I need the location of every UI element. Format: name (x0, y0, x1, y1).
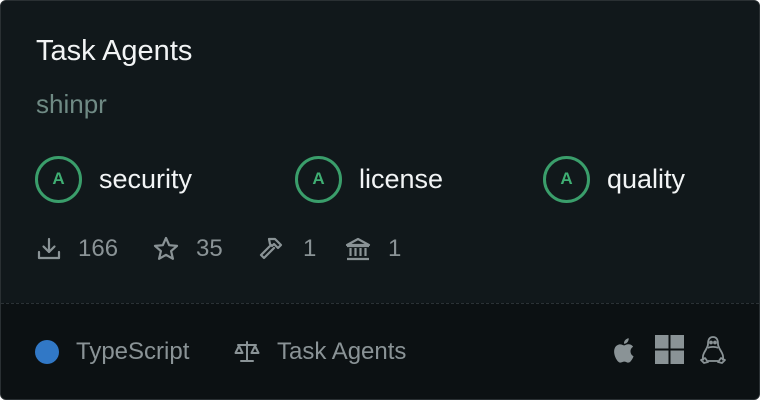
windows-icon (655, 335, 684, 364)
scale-icon (234, 341, 260, 362)
institutions-count: 1 (388, 235, 402, 262)
institutions-stat: 1 (344, 231, 401, 267)
license-label: Task Agents (277, 338, 407, 365)
star-icon (153, 236, 179, 260)
tools-stat: 1 (257, 231, 316, 267)
package-author[interactable]: shinpr (36, 89, 107, 120)
linux-icon (700, 336, 726, 364)
security-grade-badge: A (35, 155, 82, 203)
language-label: TypeScript (76, 338, 190, 365)
stars-count: 35 (196, 235, 223, 262)
language-color-dot (35, 340, 59, 364)
package-card[interactable]: Task Agents shinpr A security A license … (0, 0, 760, 400)
score-security: A security (35, 155, 192, 203)
score-quality: A quality (543, 155, 685, 203)
license-info: Task Agents (233, 335, 406, 369)
hammer-icon (259, 237, 283, 260)
tools-count: 1 (303, 235, 317, 262)
downloads-stat: 166 (36, 231, 118, 267)
security-score-label: security (99, 163, 193, 194)
card-header-section: Task Agents shinpr A security A license … (1, 1, 759, 303)
downloads-count: 166 (78, 235, 119, 262)
download-icon (37, 237, 61, 260)
license-score-label: license (359, 163, 444, 194)
stars-stat: 35 (152, 231, 223, 267)
bank-icon (345, 237, 371, 261)
score-license: A license (295, 155, 443, 203)
quality-grade-badge: A (543, 155, 590, 203)
package-title[interactable]: Task Agents (36, 35, 192, 68)
license-grade-badge: A (295, 155, 342, 203)
language-info: TypeScript (35, 335, 189, 369)
quality-score-label: quality (607, 163, 686, 194)
apple-icon (614, 338, 634, 363)
